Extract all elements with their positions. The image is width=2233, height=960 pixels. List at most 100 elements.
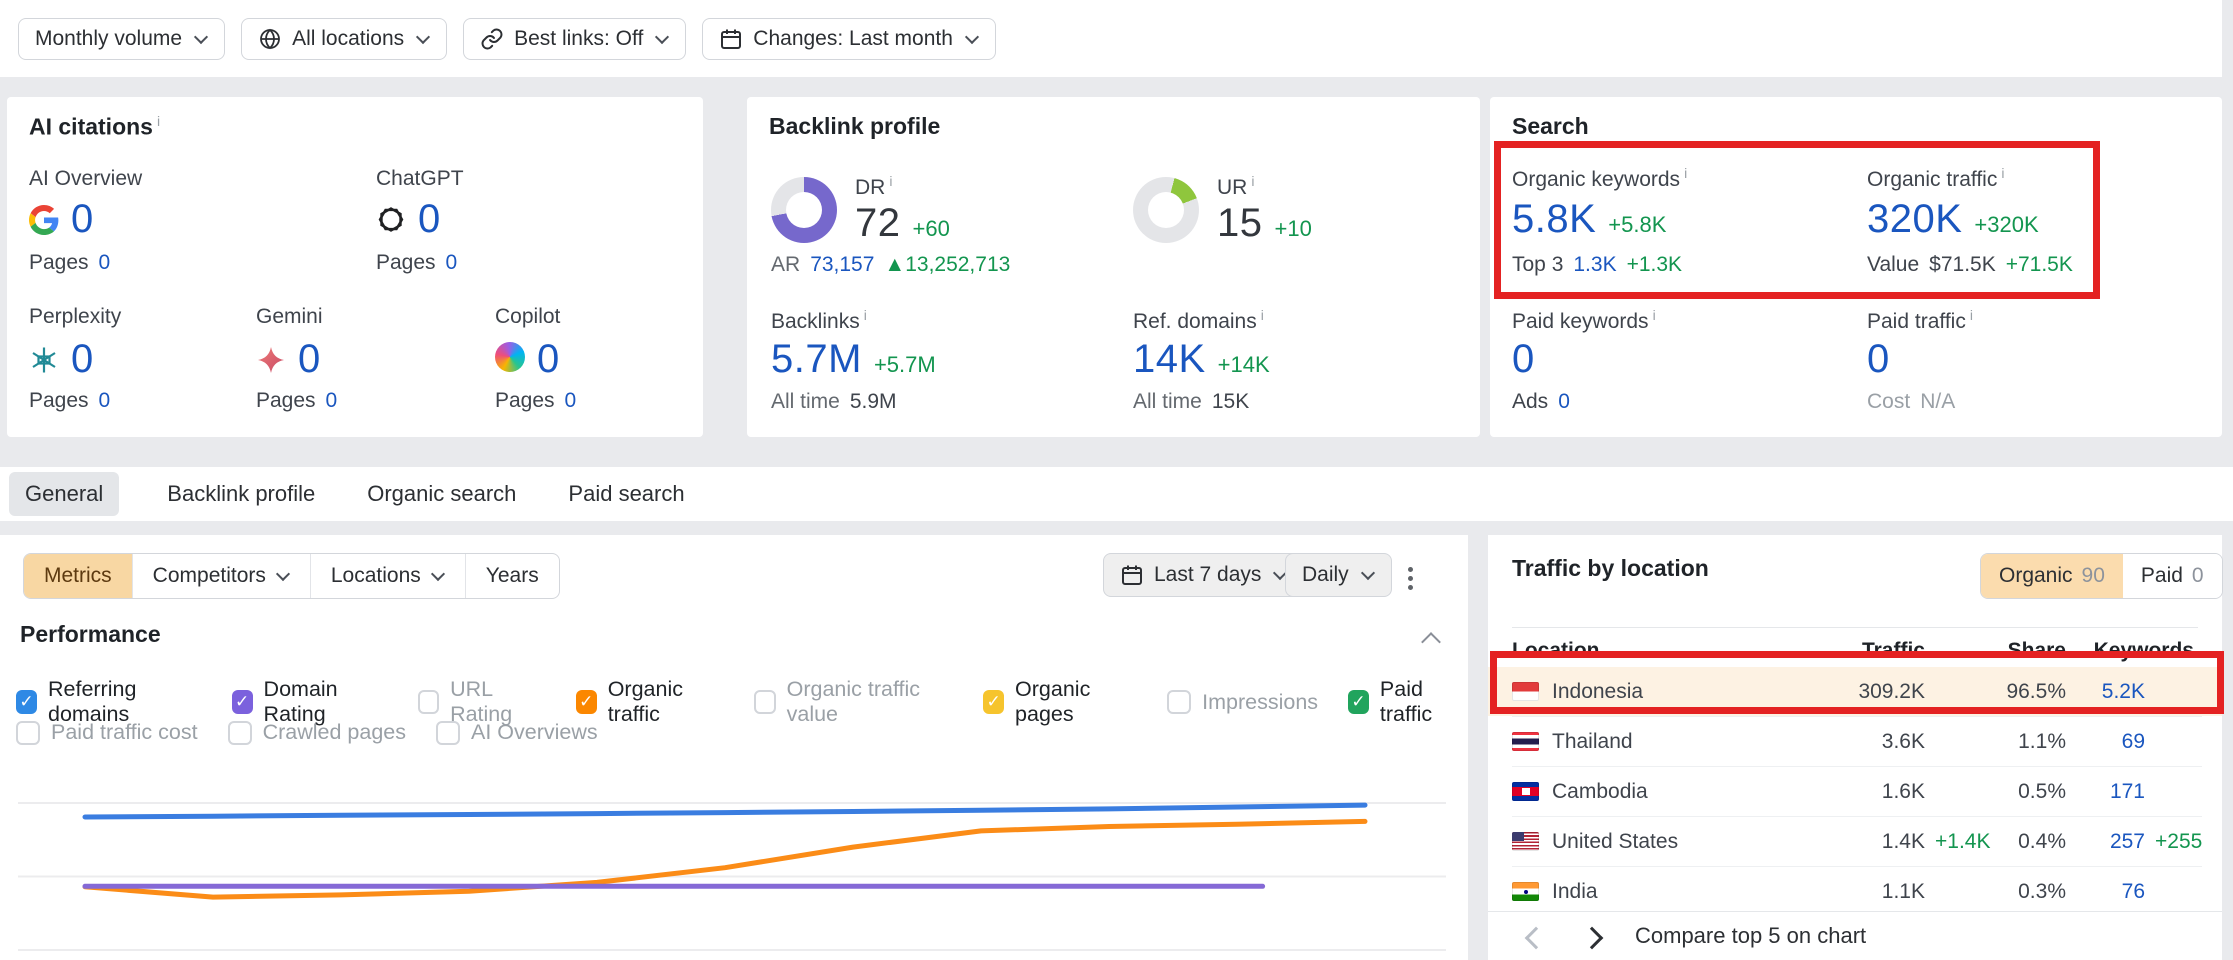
ur-donut-chart <box>1133 177 1199 243</box>
col-keywords: Keywords <box>2066 639 2202 663</box>
segment-metrics[interactable]: Metrics <box>24 554 132 598</box>
metric-organic-traffic[interactable]: ✓Organic traffic <box>576 677 724 727</box>
collapse-section-icon[interactable] <box>1421 632 1441 652</box>
date-range-button[interactable]: Last 7 days <box>1103 553 1304 597</box>
paid-keywords-value[interactable]: 0 <box>1512 337 1535 382</box>
metric-paid-traffic-cost[interactable]: Paid traffic cost <box>16 720 198 745</box>
chatgpt-value: 0 <box>418 197 441 242</box>
col-location: Location <box>1512 639 1830 663</box>
table-row-indonesia[interactable]: Indonesia 309.2K 96.5% 5.2K <box>1512 667 2202 716</box>
metric-ai-overviews[interactable]: AI Overviews <box>436 720 598 745</box>
top3-value[interactable]: 1.3K <box>1573 253 1616 277</box>
metric-impressions[interactable]: Impressions <box>1167 690 1318 715</box>
best-links-filter[interactable]: Best links: Off <box>463 18 686 60</box>
ai-citations-card: AI citationsi AI Overview 0 Pages0 ChatG… <box>7 97 703 437</box>
tab-paid-search[interactable]: Paid search <box>564 472 688 516</box>
metric-crawled-pages[interactable]: Crawled pages <box>228 720 406 745</box>
table-row-united-states[interactable]: United States 1.4K +1.4K 0.4% 257 +255 <box>1512 816 2202 866</box>
pages-value[interactable]: 0 <box>99 251 111 275</box>
traffic-delta: +1.4K <box>1925 830 1995 854</box>
locations-filter[interactable]: All locations <box>241 18 447 60</box>
dr-value: 72 <box>855 201 901 246</box>
organic-traffic-value[interactable]: 320K <box>1867 197 1962 242</box>
search-card: Search Organic keywordsi 5.8K+5.8K Top 3… <box>1490 97 2222 437</box>
changes-filter[interactable]: Changes: Last month <box>702 18 996 60</box>
paid-count: 0 <box>2192 564 2204 588</box>
toggle-organic[interactable]: Organic90 <box>1981 554 2123 598</box>
ar-label: AR <box>771 253 800 277</box>
ai-overview-value: 0 <box>71 197 94 242</box>
previous-page-icon[interactable] <box>1525 927 1548 950</box>
chevron-down-icon <box>194 29 208 43</box>
checkbox: ✓ <box>576 690 597 714</box>
metric-organic-traffic-value[interactable]: Organic traffic value <box>754 677 953 727</box>
table-row-cambodia[interactable]: Cambodia 1.6K 0.5% 171 <box>1512 766 2202 816</box>
keywords-link[interactable]: 257 <box>2066 830 2145 854</box>
info-icon[interactable]: i <box>1251 173 1254 189</box>
pages-value[interactable]: 0 <box>326 389 338 413</box>
metric-paid-traffic[interactable]: ✓Paid traffic <box>1348 677 1468 727</box>
checkbox <box>436 721 460 745</box>
link-icon <box>480 27 504 51</box>
paid-traffic-value[interactable]: 0 <box>1867 337 1890 382</box>
segment-locations[interactable]: Locations <box>310 554 465 598</box>
chevron-down-icon <box>431 567 445 581</box>
table-row-thailand[interactable]: Thailand 3.6K 1.1% 69 <box>1512 716 2202 766</box>
info-icon[interactable]: i <box>1653 307 1656 323</box>
info-icon[interactable]: i <box>1684 165 1687 181</box>
backlinks-label: Backlinksi <box>771 307 867 334</box>
table-header: Location Traffic Share Keywords <box>1512 635 2202 667</box>
tab-organic-search[interactable]: Organic search <box>363 472 520 516</box>
info-icon[interactable]: i <box>157 113 160 129</box>
table-row-india[interactable]: India 1.1K 0.3% 76 <box>1512 866 2202 916</box>
filter-toolbar: Monthly volume All locations Best links:… <box>0 0 2222 77</box>
tab-general[interactable]: General <box>9 472 119 516</box>
checkbox <box>754 690 775 714</box>
ar-value[interactable]: 73,157 <box>810 253 874 277</box>
toggle-paid[interactable]: Paid0 <box>2123 554 2222 598</box>
tab-backlink-profile[interactable]: Backlink profile <box>163 472 319 516</box>
keywords-link[interactable]: 69 <box>2066 730 2145 754</box>
filter-label: Changes: Last month <box>753 27 953 51</box>
metric-organic-pages[interactable]: ✓Organic pages <box>983 677 1137 727</box>
info-icon[interactable]: i <box>1970 307 1973 323</box>
ads-value[interactable]: 0 <box>1558 390 1570 414</box>
pages-value[interactable]: 0 <box>446 251 458 275</box>
organic-count: 90 <box>2082 564 2105 588</box>
granularity-button[interactable]: Daily <box>1285 553 1392 597</box>
segment-years[interactable]: Years <box>465 554 559 598</box>
section-tabs: General Backlink profile Organic search … <box>0 467 2233 521</box>
ref-domains-label: Ref. domainsi <box>1133 307 1264 334</box>
divider <box>1512 627 2198 628</box>
performance-title: Performance <box>20 621 161 648</box>
segment-competitors[interactable]: Competitors <box>132 554 310 598</box>
next-page-icon[interactable] <box>1581 927 1604 950</box>
backlinks-value[interactable]: 5.7M <box>771 337 862 382</box>
share-value: 0.5% <box>1995 780 2066 804</box>
alltime-label: All time <box>1133 390 1202 414</box>
pages-value[interactable]: 0 <box>99 389 111 413</box>
openai-icon <box>376 205 406 235</box>
card-title: Search <box>1512 113 1589 140</box>
gemini-value: 0 <box>298 337 321 382</box>
compare-top5-button[interactable]: Compare top 5 on chart <box>1635 923 1866 949</box>
info-icon[interactable]: i <box>2001 165 2004 181</box>
info-icon[interactable]: i <box>864 307 867 323</box>
alltime-label: All time <box>771 390 840 414</box>
value-label: Value <box>1867 253 1919 277</box>
keywords-link[interactable]: 5.2K <box>2066 680 2145 704</box>
backlink-profile-card: Backlink profile DRi 72+60 AR73,157▲13,2… <box>747 97 1480 437</box>
keywords-link[interactable]: 76 <box>2066 880 2145 904</box>
keywords-link[interactable]: 171 <box>2066 780 2145 804</box>
monthly-volume-filter[interactable]: Monthly volume <box>18 18 225 60</box>
indonesia-flag-icon <box>1512 682 1539 701</box>
value-amount: $71.5K <box>1929 253 1996 277</box>
ref-domains-value[interactable]: 14K <box>1133 337 1206 382</box>
view-segmented-control: Metrics Competitors Locations Years <box>23 553 560 599</box>
pages-value[interactable]: 0 <box>565 389 577 413</box>
info-icon[interactable]: i <box>1261 307 1264 323</box>
organic-keywords-value[interactable]: 5.8K <box>1512 197 1596 242</box>
more-options-icon[interactable] <box>1404 563 1417 594</box>
top3-delta: +1.3K <box>1627 253 1682 277</box>
info-icon[interactable]: i <box>889 173 892 189</box>
